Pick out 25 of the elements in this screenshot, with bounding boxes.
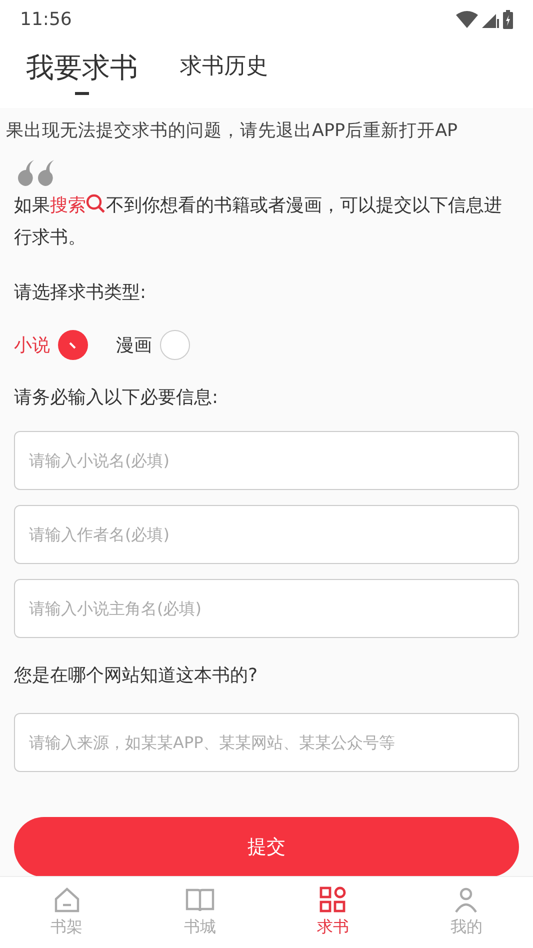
nav-item[interactable]: 书城 — [133, 877, 266, 948]
clock: 11:56 — [20, 8, 72, 32]
type-prompt: 请选择求书类型: — [14, 281, 148, 306]
input-field[interactable]: 请输入小说主角名(必填) — [14, 579, 519, 638]
source-field[interactable]: 请输入来源，如某某APP、某某网站、某某公众号等 — [14, 713, 519, 772]
notice-text: 果出现无法提交求书的问题，请先退出APP后重新打开AP — [6, 120, 459, 143]
input-field[interactable]: 请输入小说名(必填) — [14, 431, 519, 490]
type-option[interactable]: 小说 — [14, 330, 88, 360]
search-icon — [86, 194, 106, 214]
submit-button[interactable]: 提交 — [14, 817, 519, 876]
tab[interactable]: 求书历史 — [180, 54, 268, 92]
required-prompt: 请务必输入以下必要信息: — [14, 386, 220, 410]
battery-icon — [503, 10, 513, 28]
nav-item[interactable]: 我的 — [400, 877, 533, 948]
type-option[interactable]: 漫画 — [116, 330, 190, 360]
grid-icon — [318, 885, 348, 915]
wifi-icon — [456, 10, 478, 28]
intro-text: 如果搜索不到你想看的书籍或者漫画，可以提交以下信息进行求书。 — [14, 193, 503, 250]
tab[interactable]: 我要求书 — [26, 50, 138, 96]
check-icon — [68, 340, 78, 350]
nav-item[interactable]: 求书 — [266, 877, 400, 948]
nav-item[interactable]: 书架 — [0, 877, 134, 948]
source-prompt: 您是在哪个网站知道这本书的? — [14, 664, 259, 688]
input-field[interactable]: 请输入作者名(必填) — [14, 505, 519, 564]
quote-icon — [18, 160, 56, 186]
